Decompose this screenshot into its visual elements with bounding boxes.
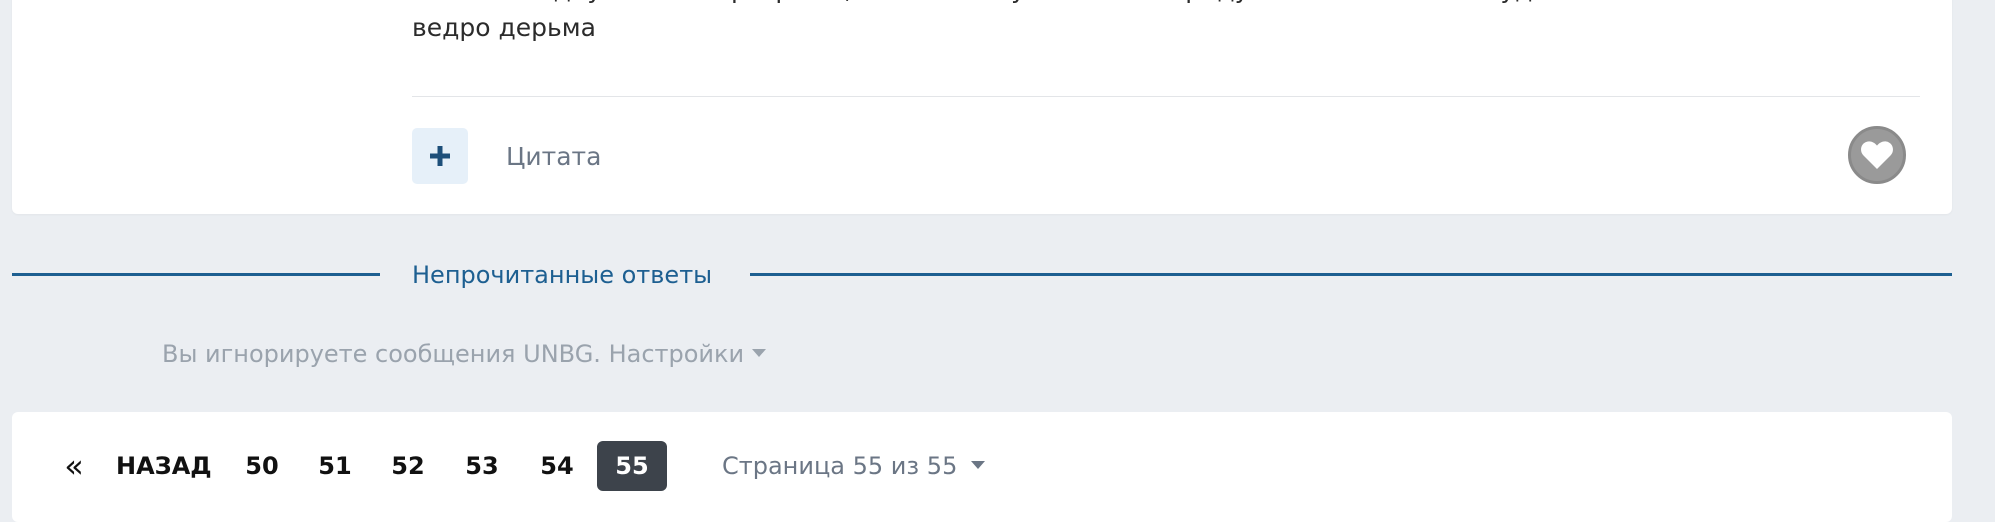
ignored-user-text: Вы игнорируете сообщения UNBG. xyxy=(162,340,601,368)
page-link-51[interactable]: 51 xyxy=(300,441,370,491)
post-text-line-partial: оставьте одну из этих программ, а то отс… xyxy=(412,0,1912,9)
separator-line-left xyxy=(12,273,380,276)
post-divider xyxy=(412,96,1920,97)
page-link-current[interactable]: 55 xyxy=(597,441,667,491)
quote-link[interactable]: Цитата xyxy=(506,140,601,174)
plus-icon xyxy=(430,146,450,166)
separator-line-right xyxy=(750,273,1952,276)
post-body: оставьте одну из этих программ, а то отс… xyxy=(412,0,1912,53)
post-card: оставьте одну из этих программ, а то отс… xyxy=(12,0,1952,214)
post-text-line: ведро дерьма xyxy=(412,13,596,42)
ignore-settings-dropdown[interactable]: Настройки xyxy=(609,340,767,368)
ignore-settings-label: Настройки xyxy=(608,340,745,368)
multiquote-button[interactable] xyxy=(412,128,468,184)
ignored-user-notice: Вы игнорируете сообщения UNBG. Настройки xyxy=(162,336,767,372)
first-page-button[interactable]: « xyxy=(54,441,94,491)
unread-replies-separator: Непрочитанные ответы xyxy=(12,258,1952,292)
page-link-53[interactable]: 53 xyxy=(447,441,517,491)
prev-page-button[interactable]: НАЗАД xyxy=(116,441,212,491)
page-jump-dropdown[interactable]: Страница 55 из 55 xyxy=(722,441,986,491)
caret-down-icon xyxy=(971,461,986,469)
page-link-54[interactable]: 54 xyxy=(522,441,592,491)
page-jump-label: Страница 55 из 55 xyxy=(722,452,958,480)
caret-down-icon xyxy=(752,349,767,357)
page-link-52[interactable]: 52 xyxy=(373,441,443,491)
like-button[interactable] xyxy=(1848,126,1906,184)
pagination-bar: « НАЗАД 50 51 52 53 54 55 Страница 55 из… xyxy=(12,412,1952,522)
heart-icon xyxy=(1861,141,1893,169)
page-link-50[interactable]: 50 xyxy=(227,441,297,491)
unread-replies-label: Непрочитанные ответы xyxy=(412,261,713,289)
